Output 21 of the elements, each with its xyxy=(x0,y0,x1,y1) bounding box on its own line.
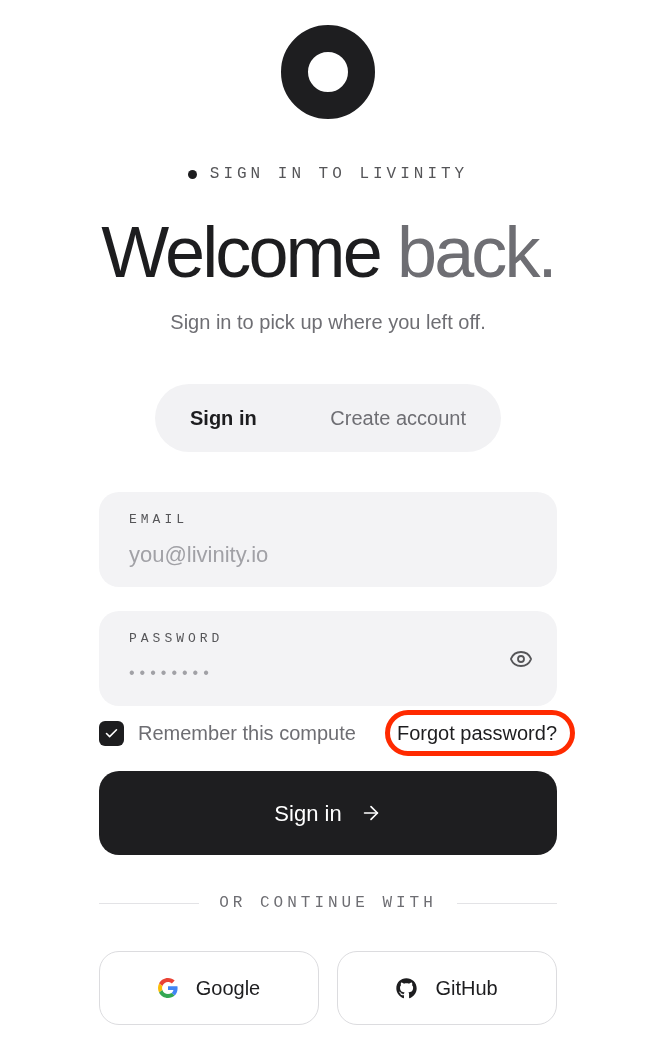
subtitle: Sign in to pick up where you left off. xyxy=(170,310,486,335)
forgot-password-link[interactable]: Forgot password? xyxy=(396,721,557,745)
github-button[interactable]: GitHub xyxy=(337,951,557,1025)
email-input[interactable]: you@livinity.io xyxy=(129,538,533,570)
tab[interactable]: Create account xyxy=(302,391,494,445)
github-icon xyxy=(396,977,418,999)
eyebrow-label: SIGN IN TO LIVINITY xyxy=(209,164,469,184)
page-heading: Welcome back. xyxy=(101,216,555,288)
field-label: PASSWORD xyxy=(129,631,224,647)
google-icon xyxy=(157,978,178,998)
sign-in-button[interactable]: Sign in xyxy=(99,771,557,855)
password-field[interactable]: PASSWORD •••••••• xyxy=(99,611,557,706)
checkbox-label: Remember this compute xyxy=(138,721,356,745)
tab[interactable]: Sign in xyxy=(162,391,285,445)
ring-logo-icon xyxy=(281,25,375,119)
email-field[interactable]: EMAIL you@livinity.io xyxy=(99,492,557,587)
remember-checkbox[interactable] xyxy=(99,720,124,746)
divider-label: OR CONTINUE WITH xyxy=(219,893,437,913)
password-input[interactable]: •••••••• xyxy=(129,657,509,689)
google-button[interactable]: Google xyxy=(99,951,319,1025)
field-label: EMAIL xyxy=(129,512,188,528)
